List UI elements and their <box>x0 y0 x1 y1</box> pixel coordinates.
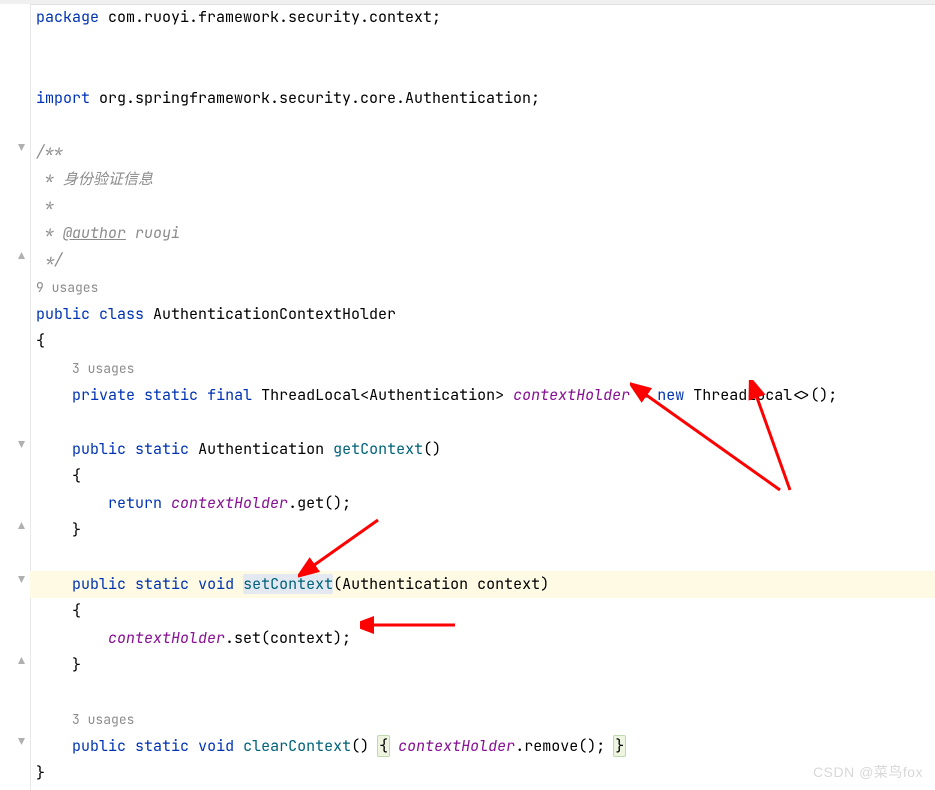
brace-close: } <box>72 520 81 540</box>
keyword-return: return <box>108 493 162 513</box>
fold-toggle[interactable] <box>0 431 30 458</box>
keyword-public: public <box>36 304 90 324</box>
type-auth: Authentication <box>198 439 324 459</box>
type-threadlocal: ThreadLocal <box>261 385 360 405</box>
method-setcontext: setContext <box>243 574 333 594</box>
brace-open: { <box>72 466 81 486</box>
type-threadlocal: ThreadLocal <box>693 385 792 405</box>
brace-open: { <box>377 735 390 757</box>
keyword-class: class <box>99 304 144 324</box>
javadoc-author-tag: @author <box>63 223 126 243</box>
fold-toggle[interactable] <box>0 647 30 674</box>
javadoc-close: */ <box>36 250 63 270</box>
fold-toggle[interactable] <box>0 566 30 593</box>
package-name: com.ruoyi.framework.security.context; <box>99 7 441 27</box>
brace-open: { <box>36 331 45 351</box>
param-context: context <box>477 574 540 594</box>
keyword-void: void <box>198 574 234 594</box>
keyword-static: static <box>144 385 198 405</box>
type-auth: Authentication <box>369 385 495 405</box>
brace-open: { <box>72 601 81 621</box>
javadoc-desc: 身份验证信息 <box>63 169 153 189</box>
brace-close: } <box>72 655 81 675</box>
import-name: org.springframework.security.core.Authen… <box>90 88 540 108</box>
call-remove: .remove(); <box>515 736 614 756</box>
javadoc-author-val: ruoyi <box>126 223 180 243</box>
javadoc-star: * <box>36 196 54 216</box>
keyword-public: public <box>72 736 126 756</box>
javadoc-open: /** <box>36 142 63 162</box>
fold-toggle[interactable] <box>0 512 30 539</box>
field-contextholder: contextHolder <box>513 385 630 405</box>
keyword-private: private <box>72 385 135 405</box>
fold-toggle[interactable] <box>0 242 30 269</box>
keyword-void: void <box>198 736 234 756</box>
usages-hint[interactable]: 3 usages <box>72 711 134 728</box>
method-clearcontext: clearContext <box>243 736 351 756</box>
call-get: .get(); <box>288 493 351 513</box>
watermark: CSDN @菜鸟fox <box>813 762 923 782</box>
brace-close: } <box>613 735 626 757</box>
method-getcontext: getContext <box>333 439 423 459</box>
field-contextholder: contextHolder <box>398 736 515 756</box>
javadoc-star: * <box>36 169 63 189</box>
call-set: .set(context); <box>225 628 351 648</box>
keyword-static: static <box>135 736 189 756</box>
brace-close: } <box>36 763 45 783</box>
field-contextholder: contextHolder <box>171 493 288 513</box>
keyword-package: package <box>36 7 99 27</box>
keyword-static: static <box>135 439 189 459</box>
type-auth: Authentication <box>342 574 468 594</box>
field-contextholder: contextHolder <box>108 628 225 648</box>
code-editor[interactable]: package com.ruoyi.framework.security.con… <box>30 4 935 790</box>
usages-hint[interactable]: 9 usages <box>36 279 98 296</box>
keyword-public: public <box>72 439 126 459</box>
keyword-import: import <box>36 88 90 108</box>
fold-toggle[interactable] <box>0 134 30 161</box>
keyword-new: new <box>657 385 684 405</box>
keyword-public: public <box>72 574 126 594</box>
usages-hint[interactable]: 3 usages <box>72 360 134 377</box>
class-name: AuthenticationContextHolder <box>144 304 396 324</box>
keyword-final: final <box>207 385 252 405</box>
javadoc-star: * <box>36 223 63 243</box>
fold-toggle[interactable] <box>0 728 30 755</box>
keyword-static: static <box>135 574 189 594</box>
